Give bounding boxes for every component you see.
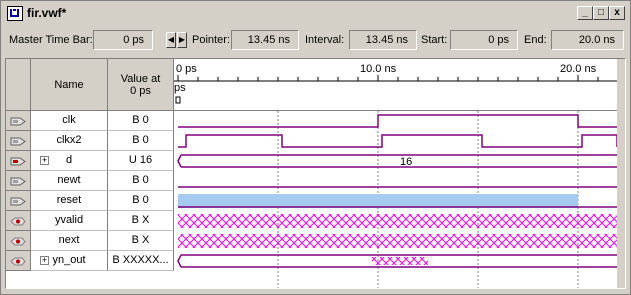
signal-name-cell[interactable]: clkx2 bbox=[31, 131, 108, 151]
value-column-header[interactable]: Value at 0 ps bbox=[108, 59, 174, 111]
expand-bus-icon[interactable]: + bbox=[40, 156, 49, 165]
signal-type-cell bbox=[6, 151, 31, 171]
pointer-label: Pointer: bbox=[192, 34, 230, 46]
d-bus-start bbox=[177, 154, 182, 168]
signal-name-cell[interactable]: reset bbox=[31, 191, 108, 211]
clkx2-waveform bbox=[178, 134, 617, 148]
signal-name: yn_out bbox=[52, 254, 86, 266]
signal-name-cell[interactable]: clk bbox=[31, 111, 108, 131]
signal-type-cell bbox=[6, 111, 31, 131]
signal-type-cell bbox=[6, 211, 31, 231]
input-pin-icon bbox=[10, 157, 26, 166]
name-column-header[interactable]: Name bbox=[31, 59, 108, 111]
signal-name: next bbox=[58, 234, 80, 246]
signal-name: newt bbox=[57, 174, 81, 186]
signal-value-cell: B 0 bbox=[108, 171, 174, 191]
clk-waveform bbox=[178, 114, 617, 128]
signal-value: B XXXXX... bbox=[112, 254, 169, 266]
input-pin-icon bbox=[10, 117, 26, 126]
reset-selection bbox=[178, 194, 578, 208]
previous-transition-button[interactable]: ◀ bbox=[166, 32, 176, 48]
next-transition-button[interactable]: ▶ bbox=[177, 32, 187, 48]
signal-name-cell[interactable]: next bbox=[31, 231, 108, 251]
waveform-window: fir.vwf* _ □ x Master Time Bar: 0 ps ◀ ▶… bbox=[0, 0, 631, 295]
signal-value: B 0 bbox=[132, 174, 149, 186]
window-title: fir.vwf* bbox=[27, 6, 67, 20]
interval-field: 13.45 ns bbox=[349, 30, 417, 50]
icon-column-header bbox=[6, 59, 31, 111]
title-bar[interactable]: fir.vwf* _ □ x bbox=[3, 3, 628, 23]
vertical-scrollbar[interactable] bbox=[617, 59, 625, 288]
close-button[interactable]: x bbox=[609, 6, 625, 20]
signal-name-cell[interactable]: + yn_out bbox=[31, 251, 108, 271]
signal-name-cell[interactable]: + d bbox=[31, 151, 108, 171]
signal-row[interactable]: + yn_out B XXXXX... bbox=[6, 251, 176, 271]
signal-name: yvalid bbox=[54, 214, 84, 226]
minimize-button[interactable]: _ bbox=[577, 6, 593, 20]
input-pin-icon bbox=[10, 197, 26, 206]
maximize-button[interactable]: □ bbox=[593, 6, 609, 20]
expand-bus-icon[interactable]: + bbox=[40, 256, 49, 265]
signal-name: d bbox=[65, 154, 73, 166]
master-time-bar-marker bbox=[175, 96, 181, 104]
signal-value-cell: B X bbox=[108, 231, 174, 251]
signal-value-cell: B X bbox=[108, 211, 174, 231]
signal-value-cell: B 0 bbox=[108, 111, 174, 131]
output-pin-icon bbox=[10, 217, 26, 226]
yn-out-unknown-marker bbox=[372, 257, 428, 265]
signal-row[interactable]: yvalid B X bbox=[6, 211, 176, 231]
signal-value-cell: B 0 bbox=[108, 191, 174, 211]
yvalid-unknown-waveform bbox=[178, 214, 617, 228]
signal-value: U 16 bbox=[128, 154, 153, 166]
d-bus-value: 16 bbox=[400, 156, 412, 168]
signal-value: B 0 bbox=[132, 134, 149, 146]
signal-name-cell[interactable]: newt bbox=[31, 171, 108, 191]
start-label: Start: bbox=[421, 34, 448, 46]
signal-type-cell bbox=[6, 171, 31, 191]
waveform-panel: Name Value at 0 ps clk B 0 clkx2 B 0 + d U 16 n… bbox=[5, 58, 626, 289]
signal-value: B 0 bbox=[132, 194, 149, 206]
signal-value-cell: B 0 bbox=[108, 131, 174, 151]
master-time-bar-field[interactable]: 0 ps bbox=[93, 30, 153, 50]
signal-value: B X bbox=[131, 214, 150, 226]
output-pin-icon bbox=[10, 237, 26, 246]
end-field: 20.0 ns bbox=[551, 30, 624, 50]
signal-row[interactable]: next B X bbox=[6, 231, 176, 251]
signal-row[interactable]: + d U 16 bbox=[6, 151, 176, 171]
signal-row[interactable]: clkx2 B 0 bbox=[6, 131, 176, 151]
signal-name: clk bbox=[62, 114, 76, 126]
signal-type-cell bbox=[6, 231, 31, 251]
signal-value-cell: B XXXXX... bbox=[108, 251, 174, 271]
signal-row[interactable]: reset B 0 bbox=[6, 191, 176, 211]
output-pin-icon bbox=[10, 257, 26, 266]
pointer-field: 13.45 ns bbox=[231, 30, 299, 50]
start-field: 0 ps bbox=[450, 30, 518, 50]
signal-value-cell: U 16 bbox=[108, 151, 174, 171]
name-header-label: Name bbox=[54, 78, 84, 91]
waveform-area[interactable]: 0 ps 10.0 ns 20.0 ns ps 16 bbox=[174, 59, 625, 288]
master-time-bar-label: Master Time Bar: bbox=[9, 34, 93, 46]
signal-row[interactable]: clk B 0 bbox=[6, 111, 176, 131]
signal-value: B X bbox=[131, 234, 150, 246]
value-header-line1: Value at bbox=[120, 72, 161, 85]
end-label: End: bbox=[524, 34, 547, 46]
input-pin-icon bbox=[10, 177, 26, 186]
next-unknown-waveform bbox=[178, 234, 617, 248]
signal-type-cell bbox=[6, 191, 31, 211]
signal-name: clkx2 bbox=[56, 134, 82, 146]
waveform-app-icon bbox=[7, 6, 23, 21]
input-pin-icon bbox=[10, 137, 26, 146]
signal-value: B 0 bbox=[132, 114, 149, 126]
yn-out-bus-start bbox=[177, 254, 182, 268]
signal-type-cell bbox=[6, 131, 31, 151]
value-header-line2: 0 ps bbox=[130, 84, 151, 97]
signal-name: reset bbox=[56, 194, 82, 206]
signal-type-cell bbox=[6, 251, 31, 271]
time-toolbar: Master Time Bar: 0 ps ◀ ▶ Pointer: 13.45… bbox=[3, 27, 628, 53]
signal-name-cell[interactable]: yvalid bbox=[31, 211, 108, 231]
interval-label: Interval: bbox=[305, 34, 345, 46]
waveform-canvas[interactable]: 16 bbox=[174, 59, 617, 288]
signal-row[interactable]: newt B 0 bbox=[6, 171, 176, 191]
